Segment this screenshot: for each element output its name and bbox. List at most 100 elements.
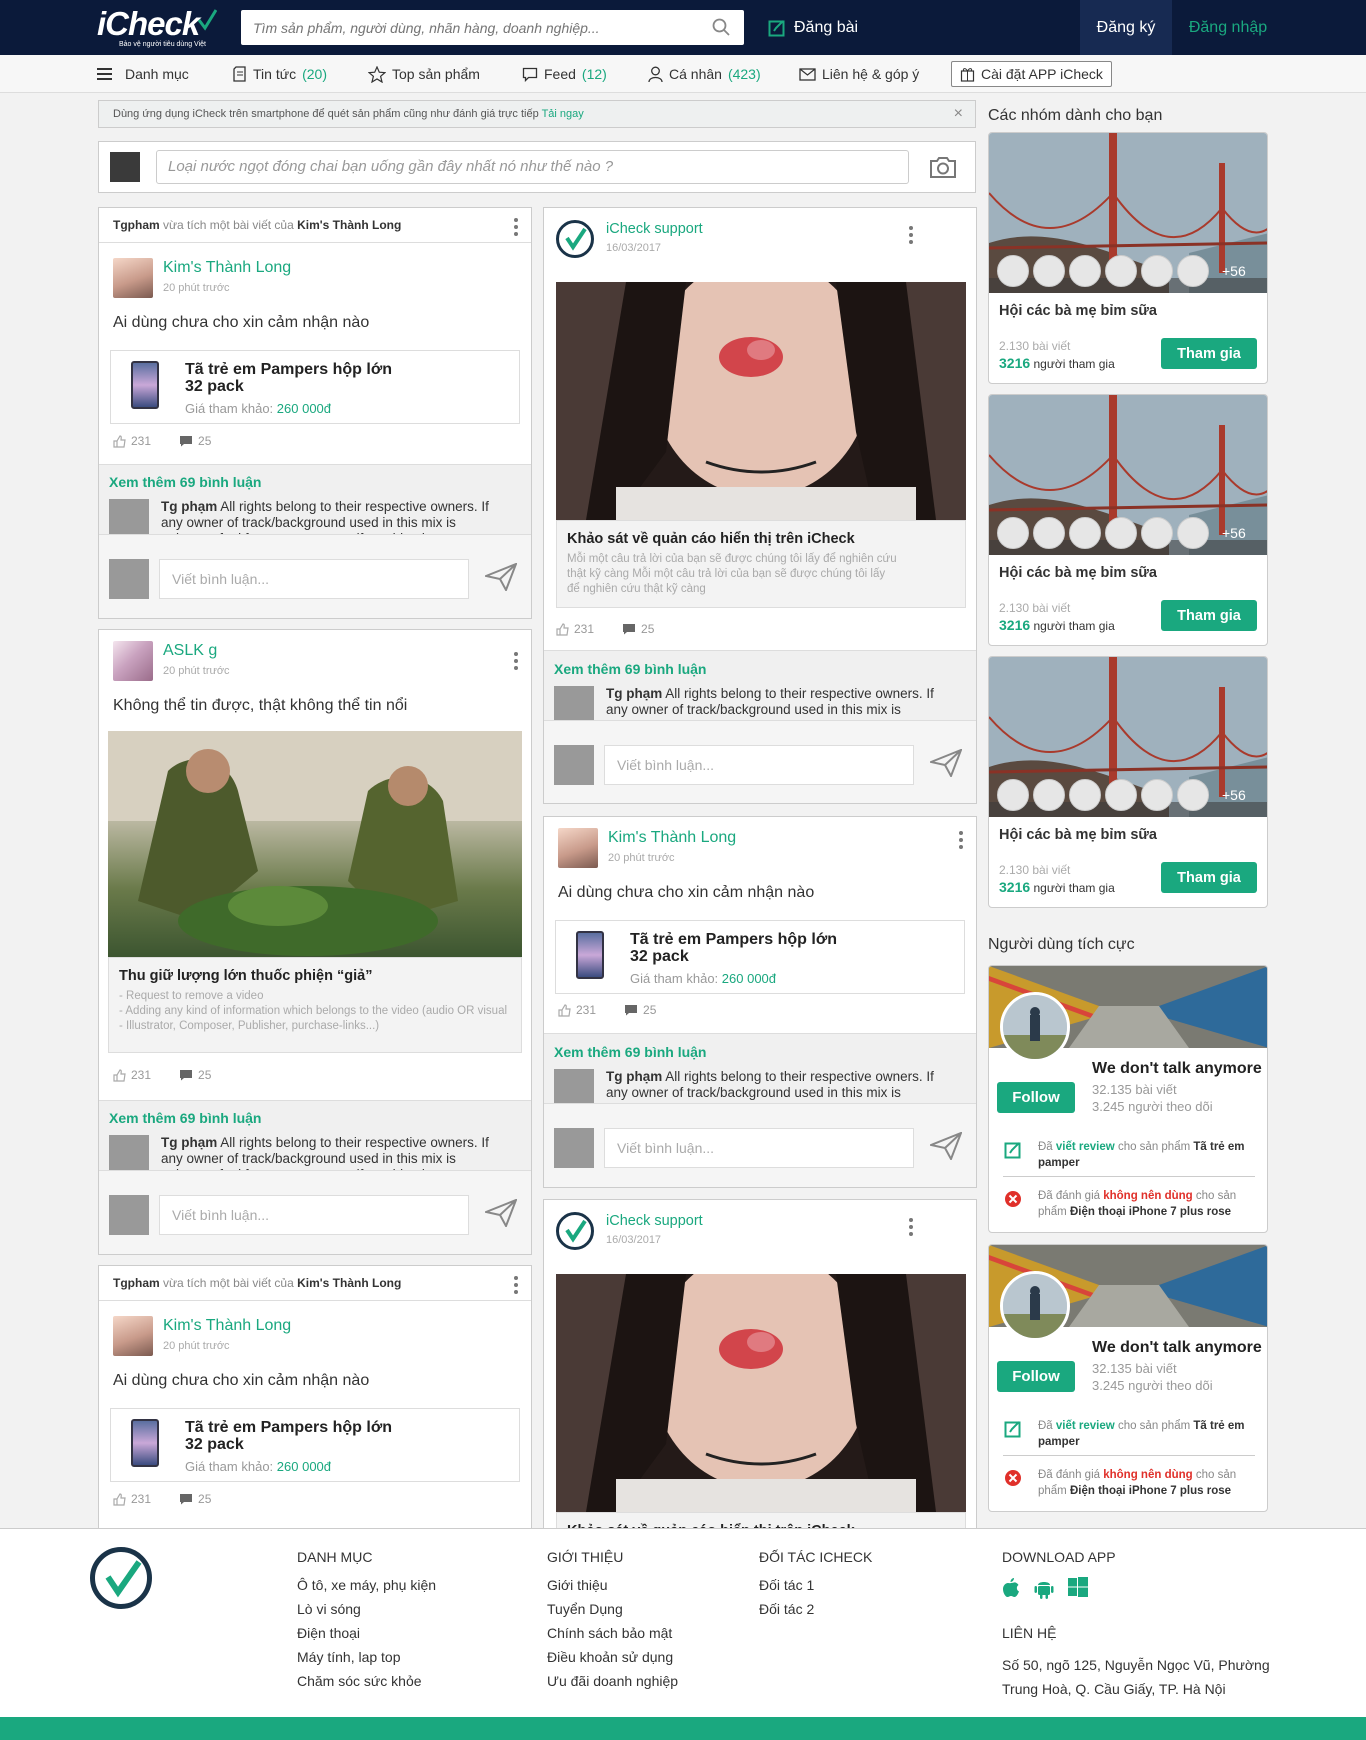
send-icon[interactable] [930,1132,962,1160]
search-bar[interactable] [241,10,744,45]
support-avatar[interactable] [556,220,594,258]
commenter-avatar[interactable] [109,499,149,539]
author-avatar[interactable] [113,641,153,681]
footer-link[interactable]: Tuyển Dụng [547,1601,678,1617]
group-card[interactable]: +56 Hội các bà mẹ bỉm sữa 2.130 bài viết… [988,656,1268,908]
product-card[interactable]: Tã trẻ em Pampers hộp lớn 32 pack Giá th… [555,920,965,994]
group-name[interactable]: Hội các bà mẹ bỉm sữa [999,303,1157,319]
commenter-name[interactable]: Tg phạm [161,1135,217,1150]
like-button[interactable]: 231 [558,1003,596,1017]
nav-personal[interactable]: Cá nhân (423) [648,55,761,93]
join-group-button[interactable]: Tham gia [1161,338,1257,369]
post-image[interactable] [556,1274,966,1512]
icheck-logo[interactable]: iCheck Bảo vệ người tiêu dùng Việt [97,5,217,51]
share-target[interactable]: Kim's Thành Long [297,218,401,232]
view-more-comments-link[interactable]: Xem thêm 69 bình luận [554,1044,706,1060]
nav-feed[interactable]: Feed (12) [522,55,607,93]
author-avatar[interactable] [113,258,153,298]
user-name[interactable]: We don't talk anymore [1092,1060,1262,1078]
comment-button[interactable]: 25 [624,1003,656,1017]
commenter-name[interactable]: Tg phạm [606,1069,662,1084]
comment-button[interactable]: 25 [179,434,211,448]
like-button[interactable]: 231 [113,1068,151,1082]
view-more-comments-link[interactable]: Xem thêm 69 bình luận [109,474,261,490]
nav-top-products[interactable]: Top sản phẩm [368,55,480,93]
activity-product[interactable]: Điện thoại iPhone 7 plus rose [1070,1485,1231,1497]
nav-menu[interactable]: Danh mục [97,55,189,93]
group-name[interactable]: Hội các bà mẹ bỉm sữa [999,565,1157,581]
footer-link[interactable]: Ô tô, xe máy, phụ kiện [297,1577,436,1593]
like-button[interactable]: 231 [113,434,151,448]
camera-icon[interactable] [929,156,957,179]
more-options-icon[interactable] [959,831,963,851]
footer-logo[interactable] [90,1547,152,1609]
download-now-link[interactable]: Tải ngay [542,108,584,120]
nav-news[interactable]: Tin tức (20) [233,55,327,93]
share-target[interactable]: Kim's Thành Long [297,1276,401,1290]
search-input[interactable] [241,10,681,45]
windows-icon[interactable] [1068,1577,1088,1597]
post-image[interactable] [556,282,966,520]
signup-button[interactable]: Đăng ký [1080,0,1172,55]
footer-link[interactable]: Điều khoản sử dụng [547,1649,678,1665]
post-author[interactable]: iCheck support 16/03/2017 [606,221,703,254]
footer-link[interactable]: Chính sách bảo mật [547,1625,678,1641]
footer-link[interactable]: Đối tác 1 [759,1577,872,1593]
group-card[interactable]: +56 Hội các bà mẹ bỉm sữa 2.130 bài viết… [988,394,1268,646]
android-icon[interactable] [1034,1577,1054,1599]
comment-input[interactable]: Viết bình luận... [604,1128,914,1168]
commenter-name[interactable]: Tg phạm [606,686,662,701]
share-user[interactable]: Tgpham [113,1276,160,1290]
footer-link[interactable]: Máy tính, lap top [297,1649,436,1665]
more-options-icon[interactable] [909,1218,913,1238]
news-caption[interactable]: Thu giữ lượng lớn thuốc phiện “giả” - Re… [108,957,522,1053]
follow-button[interactable]: Follow [997,1082,1075,1113]
commenter-avatar[interactable] [109,1135,149,1175]
author-name[interactable]: ASLK g [163,642,230,660]
comment-input[interactable]: Viết bình luận... [159,559,469,599]
activity-product[interactable]: Điện thoại iPhone 7 plus rose [1070,1206,1231,1218]
author-name[interactable]: iCheck support [606,1213,703,1229]
group-card[interactable]: +56 Hội các bà mẹ bỉm sữa 2.130 bài viết… [988,132,1268,384]
post-image[interactable] [108,731,522,957]
join-group-button[interactable]: Tham gia [1161,862,1257,893]
more-options-icon[interactable] [514,1276,518,1296]
view-more-comments-link[interactable]: Xem thêm 69 bình luận [554,661,706,677]
footer-link[interactable]: Lò vi sóng [297,1601,436,1617]
composer-input[interactable]: Loại nước ngọt đóng chai bạn uống gần đâ… [156,150,909,184]
support-avatar[interactable] [556,1212,594,1250]
follow-button[interactable]: Follow [997,1361,1075,1392]
group-name[interactable]: Hội các bà mẹ bỉm sữa [999,827,1157,843]
author-avatar[interactable] [113,1316,153,1356]
comment-button[interactable]: 25 [179,1068,211,1082]
more-options-icon[interactable] [909,226,913,246]
send-icon[interactable] [485,563,517,591]
user-avatar[interactable] [1000,1271,1070,1341]
author-name[interactable]: Kim's Thành Long [163,259,291,277]
product-card[interactable]: Tã trẻ em Pampers hộp lớn 32 pack Giá th… [110,350,520,424]
join-group-button[interactable]: Tham gia [1161,600,1257,631]
product-card[interactable]: Tã trẻ em Pampers hộp lớn 32 pack Giá th… [110,1408,520,1482]
post-author[interactable]: Kim's Thành Long 20 phút trước [113,1316,291,1356]
comment-button[interactable]: 25 [622,622,654,636]
nav-contact[interactable]: Liên hệ & góp ý [799,55,919,93]
like-button[interactable]: 231 [556,622,594,636]
apple-icon[interactable] [1002,1577,1020,1599]
footer-link[interactable]: Giới thiệu [547,1577,678,1593]
post-author[interactable]: ASLK g 20 phút trước [113,641,230,681]
more-options-icon[interactable] [514,652,518,672]
post-author[interactable]: iCheck support 16/03/2017 [606,1213,703,1246]
user-avatar[interactable] [1000,992,1070,1062]
author-name[interactable]: iCheck support [606,221,703,237]
user-name[interactable]: We don't talk anymore [1092,1339,1262,1357]
create-post-button[interactable]: Đăng bài [768,10,858,45]
author-name[interactable]: Kim's Thành Long [163,1317,291,1335]
comment-button[interactable]: 25 [179,1492,211,1506]
like-button[interactable]: 231 [113,1492,151,1506]
send-icon[interactable] [485,1199,517,1227]
share-user[interactable]: Tgpham [113,218,160,232]
footer-link[interactable]: Điện thoại [297,1625,436,1641]
commenter-name[interactable]: Tg phạm [161,499,217,514]
comment-input[interactable]: Viết bình luận... [604,745,914,785]
survey-caption[interactable]: Khảo sát về quản cáo hiển thị trên iChec… [556,520,966,608]
